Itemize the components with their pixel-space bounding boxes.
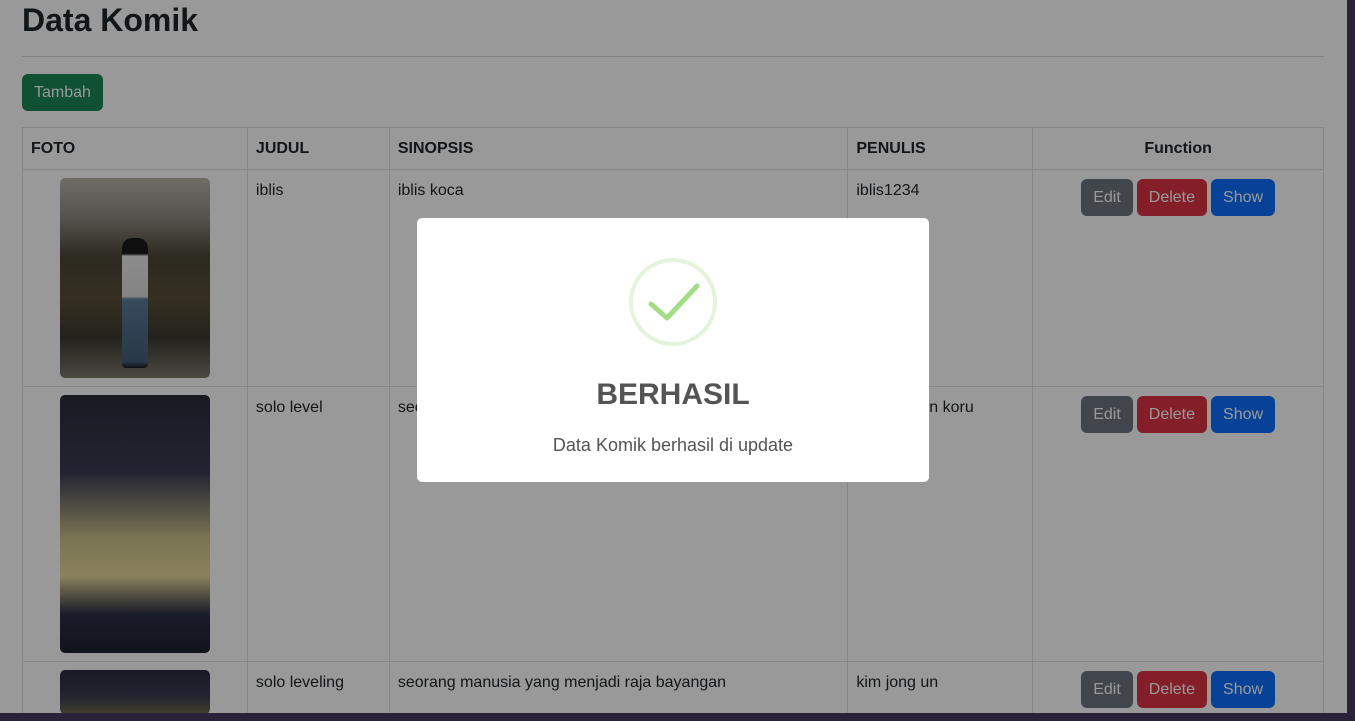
page: Data Komik Tambah FOTO JUDUL SINOPSIS PE… <box>0 0 1347 713</box>
success-dialog: BERHASIL Data Komik berhasil di update <box>417 218 929 482</box>
dialog-title: BERHASIL <box>596 378 750 411</box>
dialog-message: Data Komik berhasil di update <box>552 435 794 455</box>
check-icon <box>629 258 717 346</box>
